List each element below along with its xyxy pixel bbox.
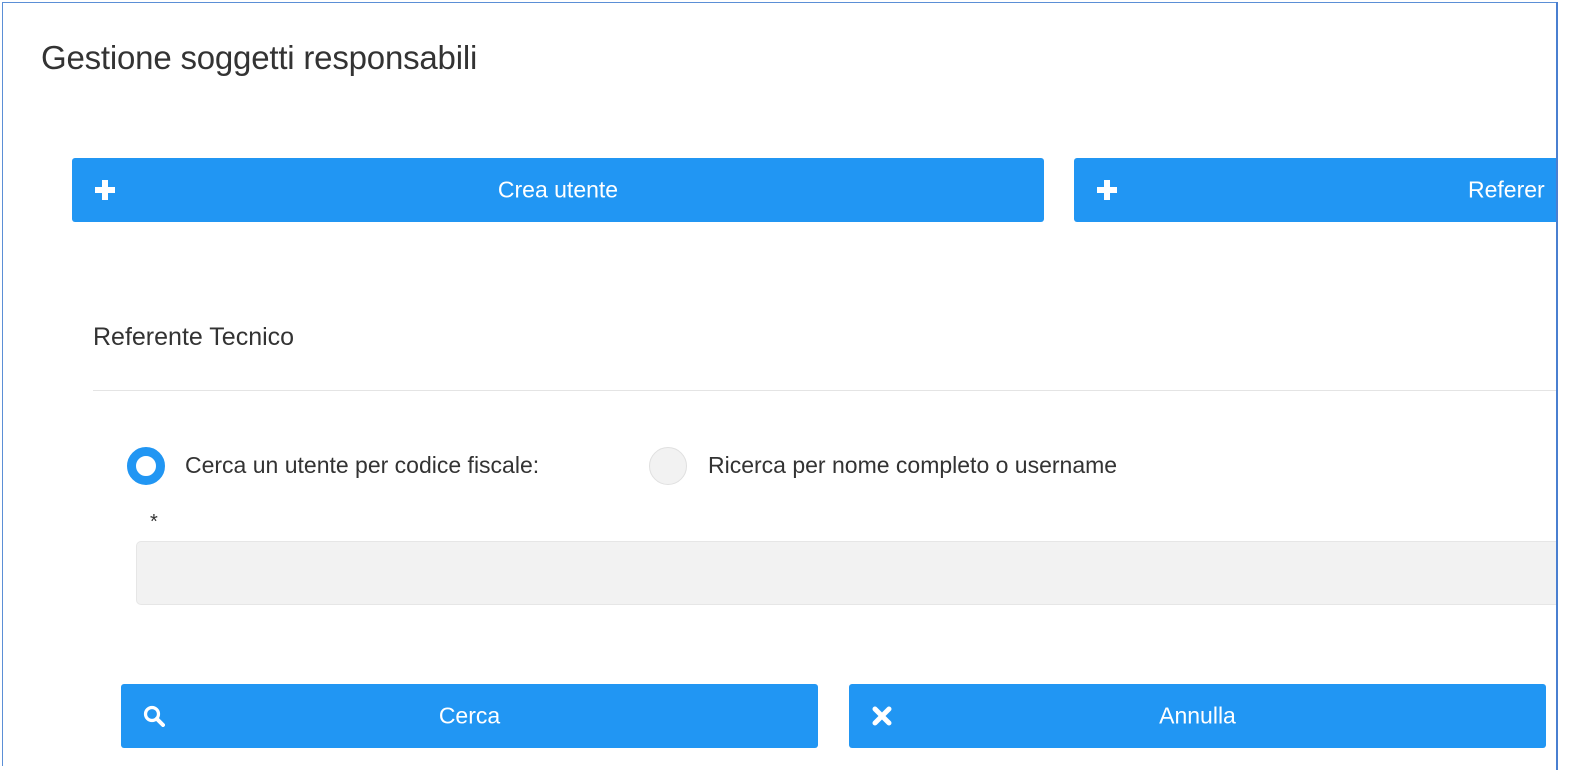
crea-utente-button[interactable]: Crea utente [72, 158, 1044, 222]
frame-right-edge [1556, 2, 1558, 770]
cerca-label: Cerca [438, 702, 501, 729]
radio-nome-username-label[interactable]: Ricerca per nome completo o username [708, 452, 1117, 479]
search-input[interactable] [136, 541, 1558, 605]
cerca-button[interactable]: Cerca [121, 684, 818, 748]
radio-nome-username[interactable] [649, 447, 687, 485]
page-title: Gestione soggetti responsabili [41, 39, 478, 76]
annulla-button[interactable]: Annulla [849, 684, 1546, 748]
referente-label: Referer [1468, 176, 1545, 203]
plus-icon [1097, 180, 1117, 200]
page-frame: Gestione soggetti responsabili Crea uten… [2, 2, 1558, 766]
required-marker: * [150, 511, 158, 533]
radio-codice-fiscale-label[interactable]: Cerca un utente per codice fiscale: [185, 452, 539, 479]
radio-codice-fiscale[interactable] [127, 447, 165, 485]
annulla-label: Annulla [1159, 702, 1236, 729]
section-divider [93, 390, 1558, 391]
crea-utente-label: Crea utente [497, 176, 619, 203]
section-title: Referente Tecnico [93, 323, 295, 351]
referente-button[interactable]: Referer [1074, 158, 1558, 222]
